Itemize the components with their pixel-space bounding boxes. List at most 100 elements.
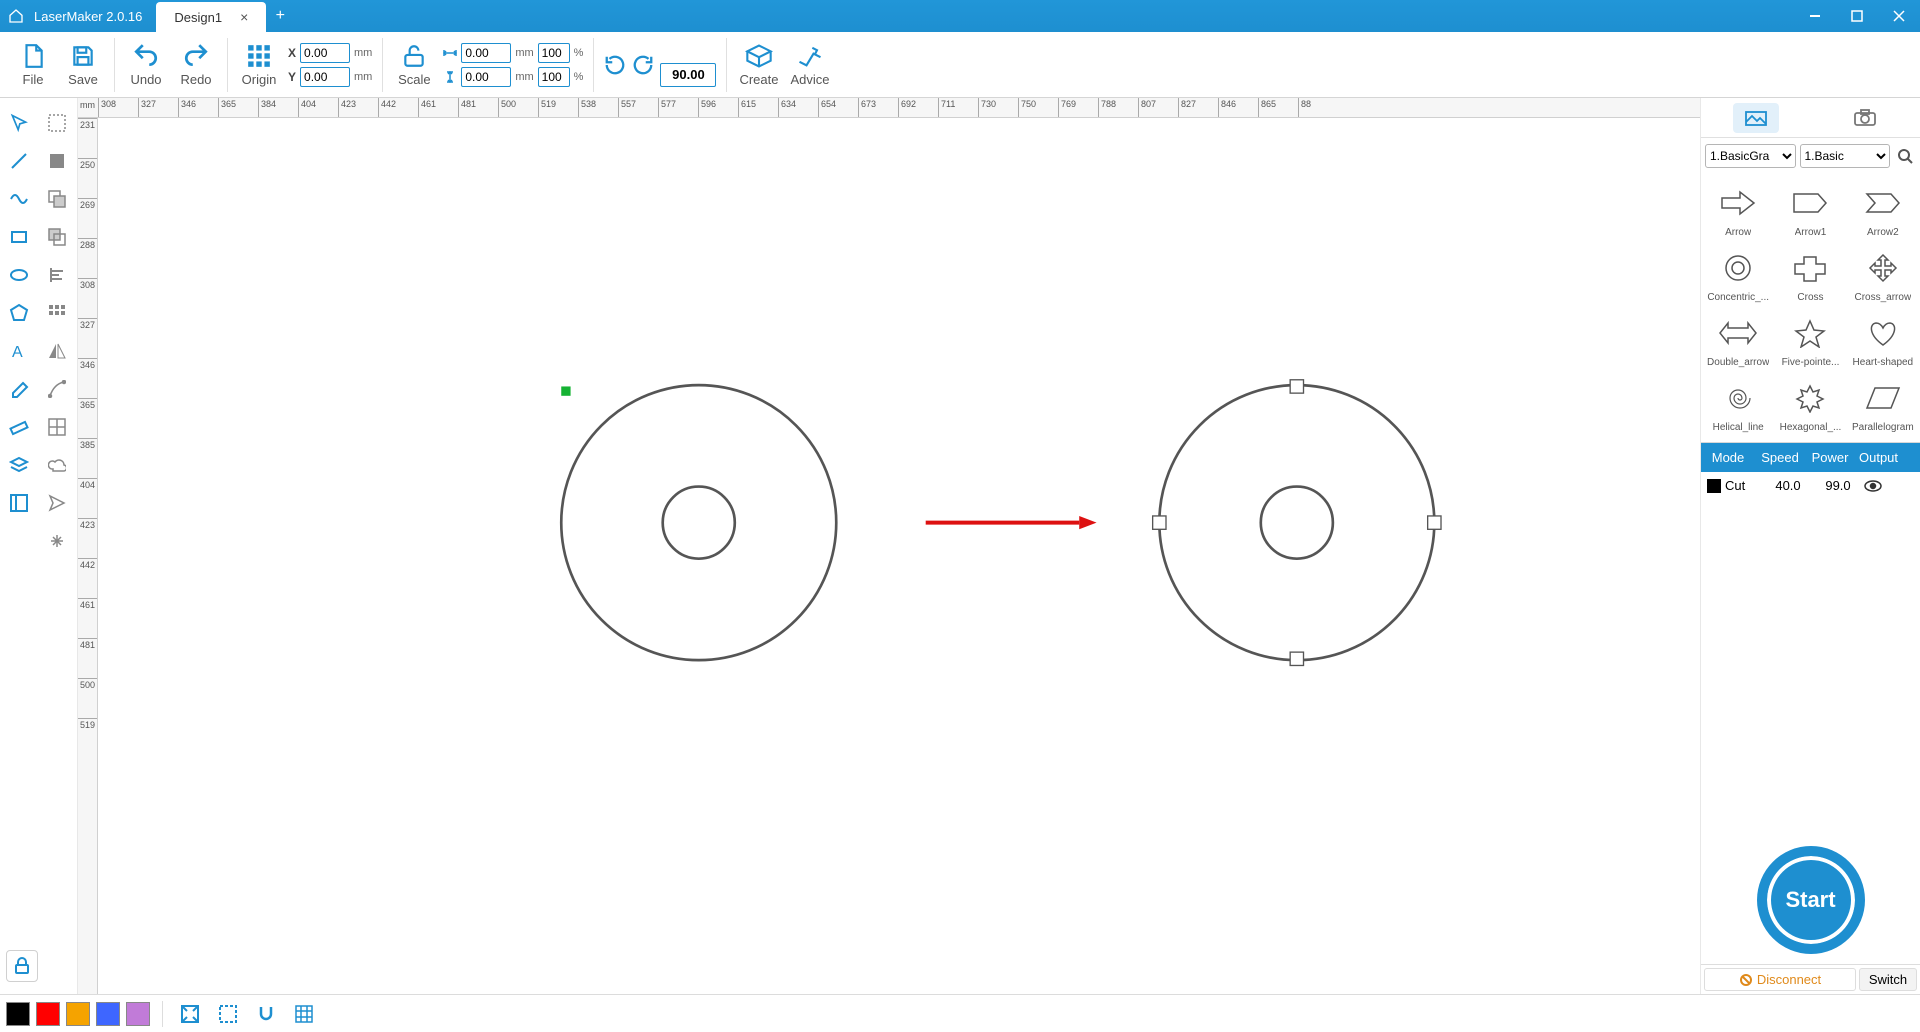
create-button[interactable]: Create xyxy=(733,33,784,97)
height-icon xyxy=(443,71,457,83)
shape-circle-inner-left[interactable] xyxy=(663,487,735,559)
window-minimize-button[interactable] xyxy=(1794,0,1836,32)
undo-button[interactable]: Undo xyxy=(121,33,171,97)
shape-circle-outer-right[interactable] xyxy=(1159,385,1434,660)
snap-button[interactable] xyxy=(251,999,281,1029)
fit-screen-button[interactable] xyxy=(175,999,205,1029)
canvas-tool[interactable] xyxy=(0,484,38,522)
rotation-input[interactable] xyxy=(660,63,716,87)
annotation-arrow-head xyxy=(1079,516,1096,529)
shape-item-label: Arrow1 xyxy=(1795,227,1827,238)
bottom-bar xyxy=(0,994,1920,1032)
subtract-tool[interactable] xyxy=(38,218,76,256)
color-swatch[interactable] xyxy=(36,1002,60,1026)
shape-item-cross-arrow[interactable]: Cross_arrow xyxy=(1848,243,1918,306)
tab-close-icon[interactable]: × xyxy=(240,9,248,25)
new-tab-button[interactable]: + xyxy=(266,2,294,30)
shape-item-arrow2[interactable]: Arrow2 xyxy=(1848,178,1918,241)
measure-tool[interactable] xyxy=(0,408,38,446)
file-button[interactable]: File xyxy=(8,33,58,97)
laser-burst-tool[interactable] xyxy=(38,522,76,560)
rotate-ccw-button[interactable] xyxy=(604,54,626,76)
color-swatch[interactable] xyxy=(6,1002,30,1026)
shape-item-arrow[interactable]: Arrow xyxy=(1703,178,1773,241)
scale-lock-icon xyxy=(400,42,428,70)
shape-item-arrow1[interactable]: Arrow1 xyxy=(1775,178,1845,241)
color-swatch[interactable] xyxy=(96,1002,120,1026)
path-edit-tool[interactable] xyxy=(38,370,76,408)
x-input[interactable] xyxy=(300,43,350,63)
save-button[interactable]: Save xyxy=(58,33,108,97)
align-left-tool[interactable] xyxy=(38,256,76,294)
polygon-tool[interactable] xyxy=(0,294,38,332)
shape-category-select-1[interactable]: 1.BasicGra xyxy=(1705,144,1796,168)
width-pct-input[interactable] xyxy=(538,43,570,63)
color-swatch[interactable] xyxy=(126,1002,150,1026)
start-button[interactable]: Start xyxy=(1763,852,1859,948)
layers-tool[interactable] xyxy=(0,446,38,484)
height-pct-input[interactable] xyxy=(538,67,570,87)
title-bar: LaserMaker 2.0.16 Design1 × + xyxy=(0,0,1920,32)
combine-tool[interactable] xyxy=(38,180,76,218)
width-input[interactable] xyxy=(461,43,511,63)
rotate-cw-button[interactable] xyxy=(632,54,654,76)
grid-button[interactable] xyxy=(289,999,319,1029)
height-input[interactable] xyxy=(461,67,511,87)
line-tool[interactable] xyxy=(0,142,38,180)
selection-handle-s[interactable] xyxy=(1290,652,1303,665)
eraser-tool[interactable] xyxy=(0,370,38,408)
selection-handle-w[interactable] xyxy=(1153,516,1166,529)
shape-item-cross[interactable]: Cross xyxy=(1775,243,1845,306)
layer-head-speed: Speed xyxy=(1755,443,1805,472)
width-icon xyxy=(443,47,457,59)
shape-item-heart-shaped[interactable]: Heart-shaped xyxy=(1848,308,1918,371)
home-button[interactable] xyxy=(0,0,32,32)
zoom-selection-button[interactable] xyxy=(213,999,243,1029)
lock-toggle[interactable] xyxy=(6,950,38,982)
layer-output-toggle[interactable] xyxy=(1863,479,1907,493)
shape-search-button[interactable] xyxy=(1894,145,1916,167)
array-tool[interactable] xyxy=(38,294,76,332)
advice-button[interactable]: Advice xyxy=(784,33,835,97)
curve-tool[interactable] xyxy=(0,180,38,218)
y-input[interactable] xyxy=(300,67,350,87)
shape-item-double-arrow[interactable]: Double_arrow xyxy=(1703,308,1773,371)
connection-status[interactable]: Disconnect xyxy=(1704,968,1856,991)
shape-item-concentric-[interactable]: Concentric_... xyxy=(1703,243,1773,306)
marquee-tool[interactable] xyxy=(38,104,76,142)
camera-tab[interactable] xyxy=(1842,103,1888,133)
shape-grid: Arrow Arrow1 Arrow2 Concentric_...CrossCros… xyxy=(1701,174,1920,442)
shape-item-helical-line[interactable]: Helical_line xyxy=(1703,373,1773,436)
origin-button[interactable]: Origin xyxy=(234,33,284,97)
selection-handle-e[interactable] xyxy=(1428,516,1441,529)
tab-label: Design1 xyxy=(174,10,222,25)
scale-button[interactable]: Scale xyxy=(389,33,439,97)
connection-switch-button[interactable]: Switch xyxy=(1859,968,1917,991)
window-maximize-button[interactable] xyxy=(1836,0,1878,32)
color-swatch[interactable] xyxy=(66,1002,90,1026)
redo-button[interactable]: Redo xyxy=(171,33,221,97)
design-canvas[interactable] xyxy=(98,118,1700,994)
shapes-library-tab[interactable] xyxy=(1733,103,1779,133)
shape-item-parallelogram[interactable]: Parallelogram xyxy=(1848,373,1918,436)
select-tool[interactable] xyxy=(0,104,38,142)
send-tool[interactable] xyxy=(38,484,76,522)
shape-item-five-pointe-[interactable]: Five-pointe... xyxy=(1775,308,1845,371)
grid-box-tool[interactable] xyxy=(38,408,76,446)
rectangle-tool[interactable] xyxy=(0,218,38,256)
ellipse-tool[interactable] xyxy=(0,256,38,294)
cloud-tool[interactable] xyxy=(38,446,76,484)
tab-design1[interactable]: Design1 × xyxy=(156,2,266,32)
shape-circle-inner-right[interactable] xyxy=(1261,487,1333,559)
mirror-tool[interactable] xyxy=(38,332,76,370)
shape-item-hexagonal-[interactable]: Hexagonal_... xyxy=(1775,373,1845,436)
shape-circle-outer-left[interactable] xyxy=(561,385,836,660)
layer-row[interactable]: Cut 40.0 99.0 xyxy=(1701,472,1920,499)
shape-category-select-2[interactable]: 1.Basic xyxy=(1800,144,1891,168)
window-close-button[interactable] xyxy=(1878,0,1920,32)
text-tool[interactable]: A xyxy=(0,332,38,370)
selection-handle-n[interactable] xyxy=(1290,380,1303,393)
y-label: Y xyxy=(288,70,296,84)
fill-tool[interactable] xyxy=(38,142,76,180)
origin-marker xyxy=(561,386,570,395)
